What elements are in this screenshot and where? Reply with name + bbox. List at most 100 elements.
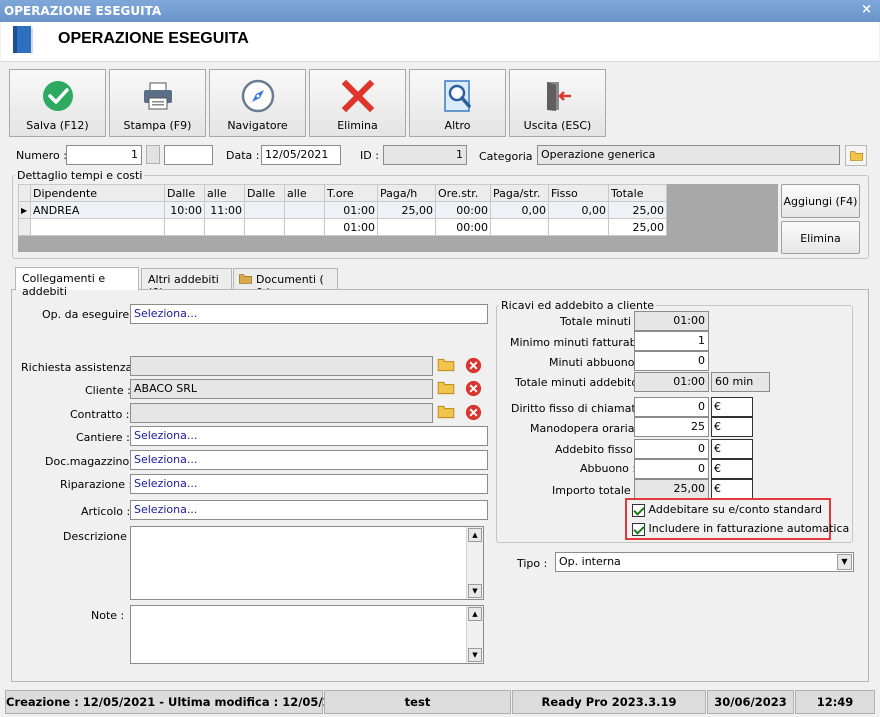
richiesta-clear-button[interactable] (464, 356, 484, 376)
table-cell[interactable]: 25,00 (608, 201, 667, 219)
col-header[interactable]: alle (204, 184, 245, 202)
date-field[interactable]: 12/05/2021 (261, 145, 341, 165)
col-header[interactable]: Fisso (548, 184, 609, 202)
addebitare-checkbox[interactable] (632, 503, 645, 517)
articolo-field[interactable]: Seleziona... (130, 500, 488, 520)
delete-button[interactable]: Elimina (309, 69, 406, 137)
table-cell[interactable]: 11:00 (204, 201, 245, 219)
tipo-select[interactable]: Op. interna ▼ (555, 552, 854, 572)
descrizione-textarea[interactable]: ▲ ▼ (130, 526, 484, 600)
scroll-up-icon[interactable]: ▲ (468, 528, 482, 542)
status-dates: Creazione : 12/05/2021 - Ultima modifica… (5, 690, 355, 714)
more-button[interactable]: Altro (409, 69, 506, 137)
totale-minuti-label: Totale minuti : (560, 315, 639, 328)
aggiungi-button[interactable]: Aggiungi (F4) (781, 184, 860, 218)
articolo-label: Articolo : (81, 505, 131, 518)
categoria-browse-button[interactable] (845, 145, 867, 166)
cliente-field[interactable]: ABACO SRL (130, 379, 433, 399)
book-icon (13, 26, 33, 53)
folder-icon (850, 151, 863, 161)
richiesta-field[interactable] (130, 356, 433, 376)
numero-spinner[interactable] (146, 145, 160, 164)
close-icon[interactable]: × (861, 2, 872, 17)
table-cell: 01:00 (324, 218, 378, 236)
col-header[interactable]: Ore.str. (435, 184, 491, 202)
riparazione-field[interactable]: Seleziona... (130, 474, 488, 494)
includere-checkbox-row[interactable]: Includere in fatturazione automatica (632, 522, 849, 536)
table-cell[interactable] (284, 201, 325, 219)
page-title: OPERAZIONE ESEGUITA (58, 30, 249, 47)
print-button[interactable]: Stampa (F9) (109, 69, 206, 137)
chevron-down-icon[interactable]: ▼ (837, 554, 852, 570)
exit-button-label: Uscita (ESC) (523, 119, 592, 132)
clear-icon (465, 357, 482, 374)
tipo-label: Tipo : (517, 557, 548, 570)
scroll-down-icon[interactable]: ▼ (468, 648, 482, 662)
ricavi-legend: Ricavi ed addebito a cliente (501, 299, 655, 312)
table-cell[interactable]: 0,00 (548, 201, 609, 219)
op-field[interactable]: Seleziona... (130, 304, 488, 324)
note-textarea[interactable]: ▲ ▼ (130, 605, 484, 664)
col-header[interactable]: Dalle (244, 184, 285, 202)
abbuono-min-field[interactable]: 0 (634, 351, 709, 371)
cliente-browse-button[interactable] (437, 379, 457, 399)
descrizione-scrollbar[interactable]: ▲ ▼ (466, 527, 483, 599)
minimo-label: Minimo minuti fatturabili : (510, 336, 653, 349)
table-cell[interactable]: ANDREA (30, 201, 165, 219)
note-scrollbar[interactable]: ▲ ▼ (466, 606, 483, 663)
categoria-field[interactable]: Operazione generica (537, 145, 840, 165)
table-cell[interactable]: 25,00 (377, 201, 436, 219)
table-cell[interactable]: 01:00 (324, 201, 378, 219)
tab-documenti[interactable]: Documenti ( 0 ) (233, 268, 338, 299)
contratto-browse-button[interactable] (437, 403, 457, 423)
tab-altri-addebiti[interactable]: Altri addebiti (0) (141, 268, 232, 299)
col-header[interactable]: Paga/str. (490, 184, 549, 202)
table-cell (244, 218, 285, 236)
col-header[interactable]: alle (284, 184, 325, 202)
col-header[interactable]: T.ore (324, 184, 378, 202)
table-row[interactable]: ▶ ANDREA 10:00 11:00 01:00 25,00 00:00 0… (18, 201, 667, 219)
numero-field[interactable]: 1 (66, 145, 142, 165)
tab-collegamenti[interactable]: Collegamenti e addebiti (15, 267, 139, 298)
folder-icon (239, 274, 252, 284)
save-button[interactable]: Salva (F12) (9, 69, 106, 137)
elimina-row-button[interactable]: Elimina (781, 221, 860, 254)
col-header[interactable]: Totale (608, 184, 667, 202)
cantiere-field[interactable]: Seleziona... (130, 426, 488, 446)
cliente-label: Cliente : (85, 384, 131, 397)
table-cell[interactable]: 0,00 (490, 201, 549, 219)
addebitare-checkbox-row[interactable]: Addebitare su e/conto standard (632, 503, 822, 517)
scroll-up-icon[interactable]: ▲ (468, 607, 482, 621)
contratto-field[interactable] (130, 403, 433, 423)
table-cell[interactable]: 00:00 (435, 201, 491, 219)
table-cell[interactable] (244, 201, 285, 219)
id-label: ID : (360, 149, 379, 162)
richiesta-browse-button[interactable] (437, 356, 457, 376)
scroll-down-icon[interactable]: ▼ (468, 584, 482, 598)
magnifier-document-icon (443, 80, 471, 112)
col-header[interactable]: Dipendente (30, 184, 165, 202)
col-header[interactable]: Paga/h (377, 184, 436, 202)
table-cell (30, 218, 165, 236)
manodopera-field[interactable]: 25 (634, 417, 709, 437)
folder-icon (437, 358, 455, 372)
col-header[interactable]: Dalle (164, 184, 205, 202)
cliente-clear-button[interactable] (464, 379, 484, 399)
abbuono-field[interactable]: 0 (634, 459, 709, 479)
importo-currency: € (711, 479, 753, 499)
navigator-button[interactable]: Navigatore (209, 69, 306, 137)
includere-checkbox[interactable] (632, 522, 645, 536)
red-x-icon (341, 79, 374, 113)
exit-button[interactable]: Uscita (ESC) (509, 69, 606, 137)
table-cell[interactable]: 10:00 (164, 201, 205, 219)
addebitare-label: Addebitare su e/conto standard (648, 503, 822, 516)
minimo-field[interactable]: 1 (634, 331, 709, 351)
docmag-field[interactable]: Seleziona... (130, 450, 488, 470)
contratto-clear-button[interactable] (464, 403, 484, 423)
diritto-field[interactable]: 0 (634, 397, 709, 417)
numero-suffix-field[interactable] (164, 145, 213, 165)
note-label: Note : (91, 609, 125, 622)
addebito-fisso-field[interactable]: 0 (634, 439, 709, 459)
table-cell (284, 218, 325, 236)
id-field: 1 (383, 145, 467, 165)
